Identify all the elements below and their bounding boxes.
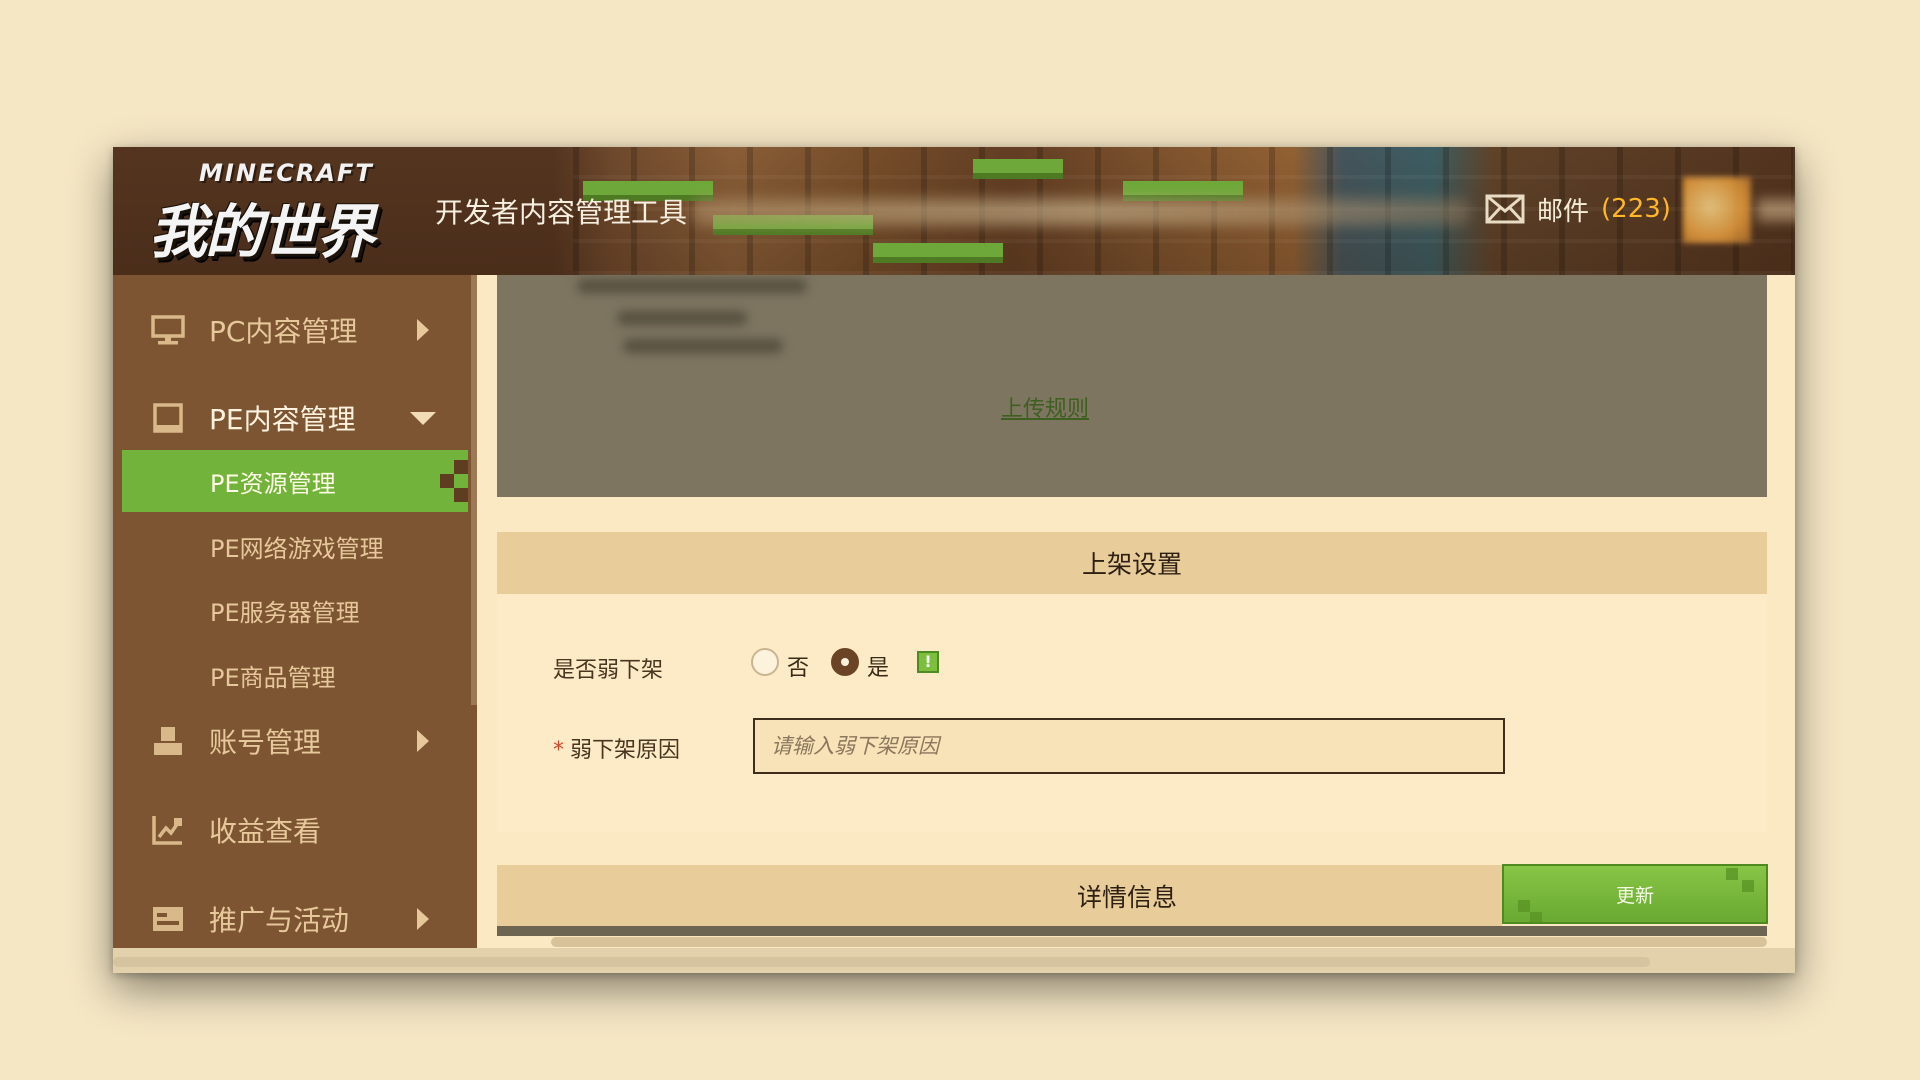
chevron-down-icon <box>410 412 436 425</box>
sidebar-subitem-label: PE网络游戏管理 <box>210 534 384 563</box>
app-window: MINECRAFT 我的世界 开发者内容管理工具 邮件 (223) PC内容管理 <box>113 147 1795 973</box>
sidebar-item-pe-content[interactable]: PE内容管理 <box>113 383 477 453</box>
delist-reason-label-text: 弱下架原因 <box>570 738 681 763</box>
pixel-decoration <box>1518 900 1530 912</box>
main-horizontal-scrollbar[interactable] <box>551 937 1767 947</box>
top-header: MINECRAFT 我的世界 开发者内容管理工具 邮件 (223) <box>113 147 1795 275</box>
upload-rules-link[interactable]: 上传规则 <box>1001 391 1089 423</box>
redacted-text <box>577 279 807 293</box>
sidebar: PC内容管理 PE内容管理 PE资源管理 PE网络游戏管理 PE服务器管理 PE… <box>113 275 477 948</box>
header-decoration <box>873 243 1003 263</box>
redacted-text <box>623 339 783 353</box>
header-decoration <box>1123 181 1243 201</box>
mail-link[interactable]: 邮件 (223) <box>1485 189 1671 229</box>
delist-reason-label: * 弱下架原因 <box>553 732 680 764</box>
window-horizontal-scrollbar[interactable] <box>113 957 1650 967</box>
details-header: 详情信息 <box>497 865 1502 927</box>
sidebar-item-label: PC内容管理 <box>209 315 358 348</box>
tablet-icon <box>153 403 183 433</box>
pixel-decoration <box>1726 868 1738 880</box>
radio-no[interactable] <box>751 648 779 676</box>
pixel-decoration <box>1530 912 1542 922</box>
chart-icon <box>152 816 182 845</box>
chevron-right-icon <box>417 730 429 752</box>
logo-wordmark: MINECRAFT <box>199 159 374 187</box>
sidebar-item-earnings[interactable]: 收益查看 <box>113 795 477 865</box>
sidebar-subitem-pe-products[interactable]: PE商品管理 <box>122 644 468 706</box>
sidebar-subitem-pe-network-games[interactable]: PE网络游戏管理 <box>122 515 468 577</box>
update-button[interactable]: 更新 <box>1502 864 1768 924</box>
monitor-icon <box>151 315 185 345</box>
radio-yes[interactable] <box>831 648 859 676</box>
pixel-decoration <box>440 474 454 488</box>
sidebar-subitem-pe-servers[interactable]: PE服务器管理 <box>122 579 468 641</box>
info-icon[interactable]: ! <box>917 651 939 673</box>
sidebar-subitem-label: PE服务器管理 <box>210 598 360 627</box>
redacted-header-info <box>691 199 1471 225</box>
header-decoration <box>973 159 1063 179</box>
logo-title: 我的世界 <box>149 198 375 266</box>
redacted-text <box>617 311 747 325</box>
pixel-decoration <box>1742 880 1754 892</box>
app-title: 开发者内容管理工具 <box>435 196 688 229</box>
update-button-label: 更新 <box>1615 884 1654 907</box>
sidebar-scrollbar[interactable] <box>471 275 477 705</box>
sidebar-subitem-label: PE商品管理 <box>210 663 336 692</box>
minecraft-logo[interactable]: MINECRAFT 我的世界 <box>149 159 379 266</box>
radio-no-label: 否 <box>787 656 810 681</box>
sidebar-item-label: 账号管理 <box>209 726 322 759</box>
radio-yes-label: 是 <box>867 656 890 681</box>
sidebar-item-label: 收益查看 <box>209 815 322 848</box>
section-title: 上架设置 <box>1081 550 1182 579</box>
listing-settings-form: 是否弱下架 否 是 ! * 弱下架原因 <box>497 594 1767 832</box>
redacted-username <box>1757 199 1795 221</box>
mail-label: 邮件 <box>1537 196 1590 227</box>
avatar[interactable] <box>1683 177 1751 243</box>
required-mark: * <box>553 738 564 763</box>
sidebar-subitem-pe-resources[interactable]: PE资源管理 <box>122 450 468 512</box>
delist-reason-input[interactable] <box>753 718 1505 774</box>
upload-info-panel: 上传规则 <box>497 275 1767 497</box>
weak-delist-label: 是否弱下架 <box>553 658 664 683</box>
listing-settings-header: 上架设置 <box>497 532 1767 594</box>
pixel-decoration <box>454 488 468 502</box>
user-icon <box>154 727 182 755</box>
sidebar-item-promotion[interactable]: 推广与活动 <box>113 884 477 954</box>
mail-count-badge: (223) <box>1601 194 1671 224</box>
pixel-decoration <box>454 460 468 474</box>
promotion-icon <box>153 907 183 931</box>
chevron-right-icon <box>417 319 429 341</box>
sidebar-item-label: PE内容管理 <box>209 403 356 436</box>
sidebar-item-account[interactable]: 账号管理 <box>113 706 477 776</box>
mail-icon <box>1485 194 1525 224</box>
section-title: 详情信息 <box>1077 883 1178 912</box>
sidebar-item-pc-content[interactable]: PC内容管理 <box>113 295 477 365</box>
details-content-edge <box>497 926 1767 936</box>
sidebar-item-label: 推广与活动 <box>209 904 350 937</box>
chevron-right-icon <box>417 908 429 930</box>
sidebar-subitem-label: PE资源管理 <box>210 469 336 498</box>
